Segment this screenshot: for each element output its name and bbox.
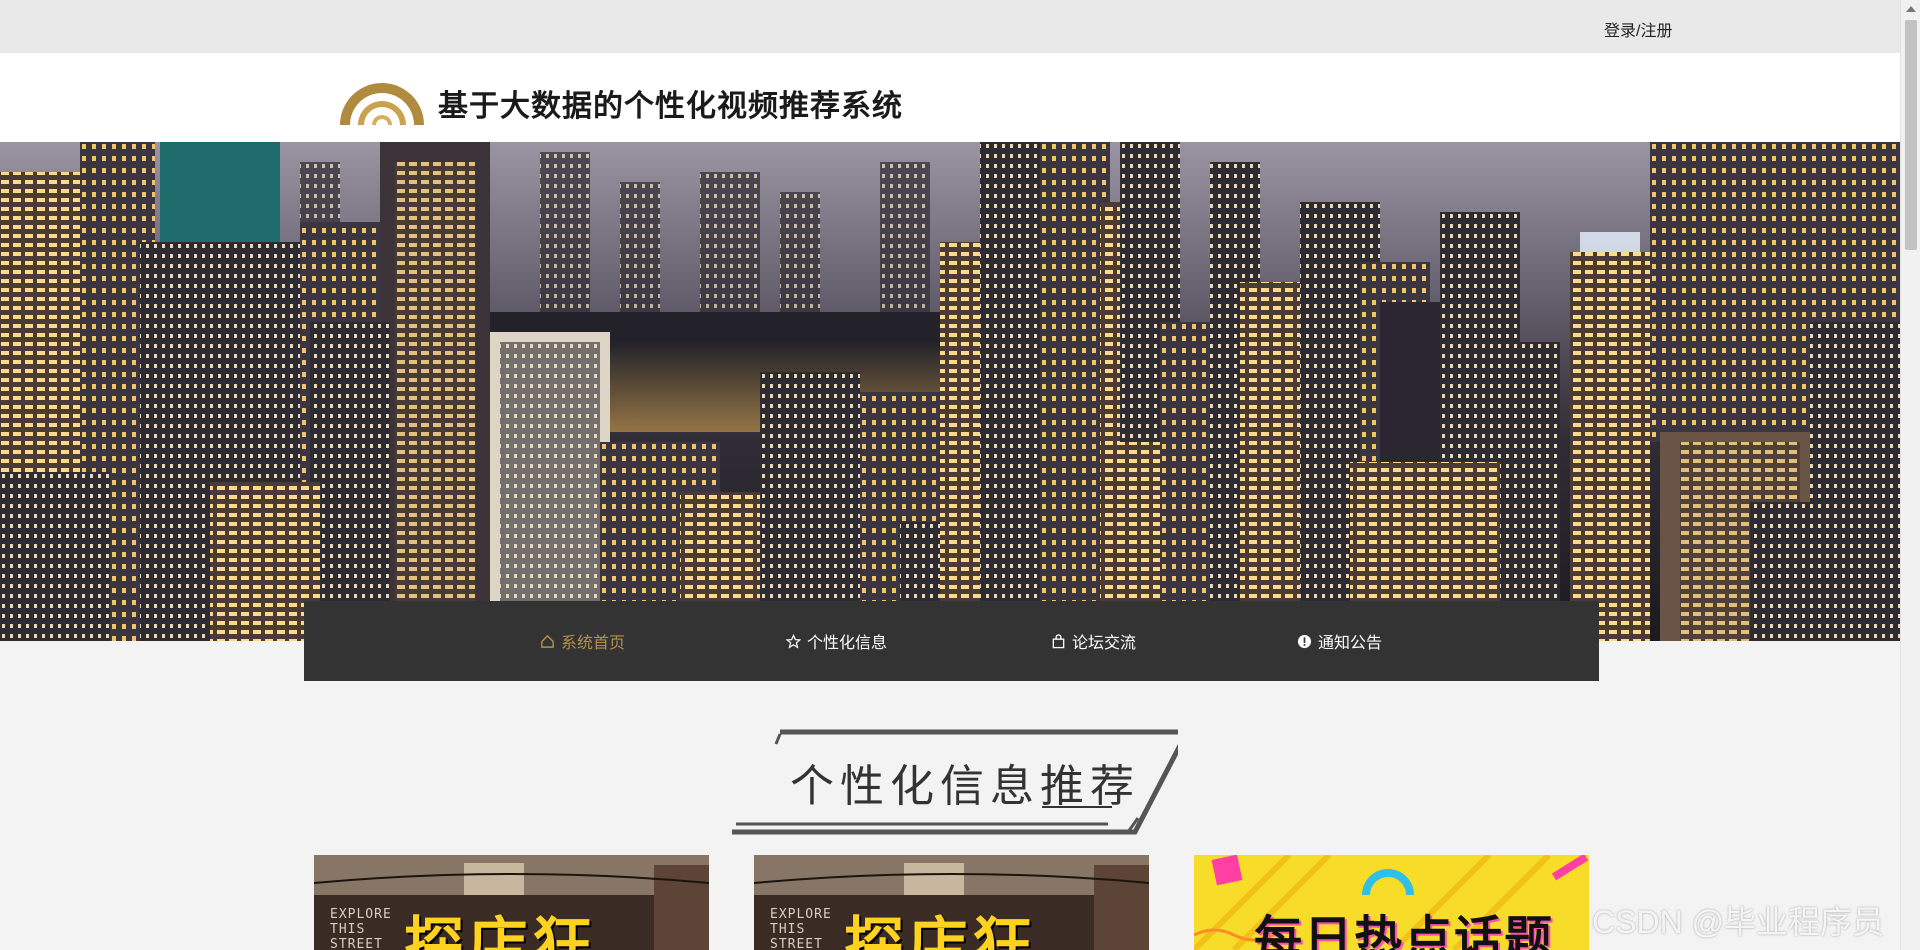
scroll-up-icon[interactable] — [1906, 6, 1916, 12]
section-title: 个性化信息推荐 — [790, 761, 1140, 812]
site-header: 基于大数据的个性化视频推荐系统 — [0, 53, 1900, 142]
section-title-underline — [1042, 806, 1112, 808]
bag-icon — [1052, 633, 1065, 648]
card-title: 探店狂 — [404, 911, 596, 950]
nav-item-notices[interactable]: 通知公告 — [1297, 601, 1382, 681]
top-bar: 登录/注册 — [0, 0, 1900, 53]
csdn-watermark: CSDN @毕业程序员 — [1592, 904, 1885, 940]
city-skyline-image — [0, 142, 1900, 641]
nav-label: 个性化信息 — [807, 635, 888, 652]
vertical-scrollbar[interactable] — [1900, 0, 1920, 950]
home-icon — [541, 634, 554, 648]
scrollbar-thumb[interactable] — [1905, 20, 1917, 250]
nav-item-forum[interactable]: 论坛交流 — [1051, 601, 1136, 681]
nav-item-personalized-info[interactable]: 个性化信息 — [786, 601, 887, 681]
hero-banner — [0, 142, 1900, 641]
star-icon — [786, 633, 801, 649]
site-title: 基于大数据的个性化视频推荐系统 — [438, 90, 903, 123]
card-title: 探店狂 — [844, 911, 1036, 950]
nav-label: 通知公告 — [1318, 635, 1383, 652]
nav-label: 论坛交流 — [1072, 635, 1137, 652]
nav-item-home[interactable]: 系统首页 — [540, 601, 625, 681]
nav-label: 系统首页 — [561, 635, 626, 652]
card-title: 每日热点话题 — [1254, 911, 1555, 950]
card-explore-text: EXPLORE THIS STREET — [770, 907, 832, 950]
main-nav: 系统首页 个性化信息 论坛交流 通知公告 — [304, 601, 1599, 681]
arc-logo-icon[interactable] — [336, 69, 428, 125]
card-explore-text: EXPLORE THIS STREET — [330, 907, 392, 950]
info-icon — [1297, 634, 1312, 648]
recommendation-card[interactable]: 每日热点话题 — [1194, 855, 1589, 950]
login-register-link[interactable]: 登录/注册 — [1604, 17, 1672, 41]
recommendation-card[interactable]: EXPLORE THIS STREET 探店狂 — [314, 855, 709, 950]
recommendation-card[interactable]: EXPLORE THIS STREET 探店狂 — [754, 855, 1149, 950]
